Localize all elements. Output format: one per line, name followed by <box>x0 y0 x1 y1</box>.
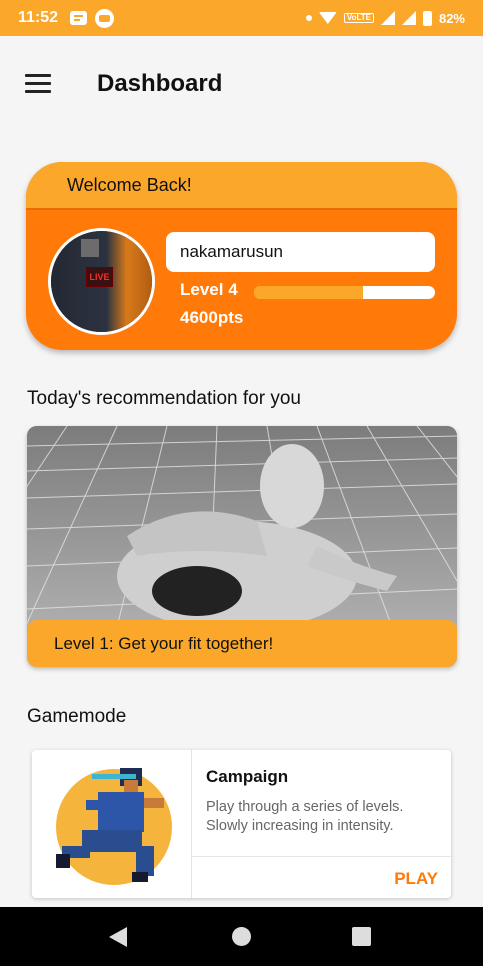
notification-dot-icon <box>305 15 312 21</box>
home-icon[interactable] <box>232 927 251 946</box>
play-button[interactable]: PLAY <box>394 869 438 889</box>
avatar[interactable]: LIVE <box>48 228 155 335</box>
gamemode-card-campaign[interactable]: Campaign Play through a series of levels… <box>32 750 451 898</box>
level-label: Level 4 <box>180 280 238 299</box>
recommendation-card[interactable]: Level 1: Get your fit together! <box>27 426 457 667</box>
volte-badge: VoLTE <box>343 13 374 23</box>
status-time: 11:52 <box>18 9 59 26</box>
app-notification-icon <box>95 8 115 28</box>
app-bar: Dashboard <box>0 36 483 132</box>
welcome-heading: Welcome Back! <box>26 162 457 210</box>
hamburger-menu-icon[interactable] <box>25 74 51 94</box>
status-bar: 11:52 VoLTE 82% <box>0 0 483 36</box>
system-navigation-bar <box>0 907 483 966</box>
recommendation-label: Level 1: Get your fit together! <box>27 620 457 667</box>
level-progress-bar <box>254 286 435 299</box>
signal-icon <box>380 11 395 25</box>
gamemode-name: Campaign <box>206 767 289 786</box>
page-title: Dashboard <box>97 70 223 97</box>
message-notification-icon <box>70 11 88 25</box>
recent-apps-icon[interactable] <box>352 927 371 946</box>
recommendation-section-title: Today's recommendation for you <box>27 388 301 409</box>
live-sign: LIVE <box>86 267 113 287</box>
battery-percent: 82% <box>438 10 465 26</box>
gamemode-description: Play through a series of levels. Slowly … <box>206 799 404 834</box>
divider <box>192 856 451 857</box>
level-progress-fill <box>254 286 363 299</box>
back-icon[interactable] <box>109 927 127 947</box>
points-label: 4600pts <box>180 308 244 327</box>
campaign-image <box>32 750 192 898</box>
gamemode-section-title: Gamemode <box>27 706 127 727</box>
runner-pixel-art-icon <box>56 768 172 885</box>
wifi-icon <box>318 12 337 24</box>
username-field: nakamarusun <box>166 232 435 272</box>
vent-decoration <box>81 239 99 257</box>
signal-2-icon <box>401 11 416 25</box>
welcome-card: Welcome Back! LIVE nakamarusun Level 4 4… <box>26 162 457 350</box>
battery-icon <box>422 10 432 26</box>
